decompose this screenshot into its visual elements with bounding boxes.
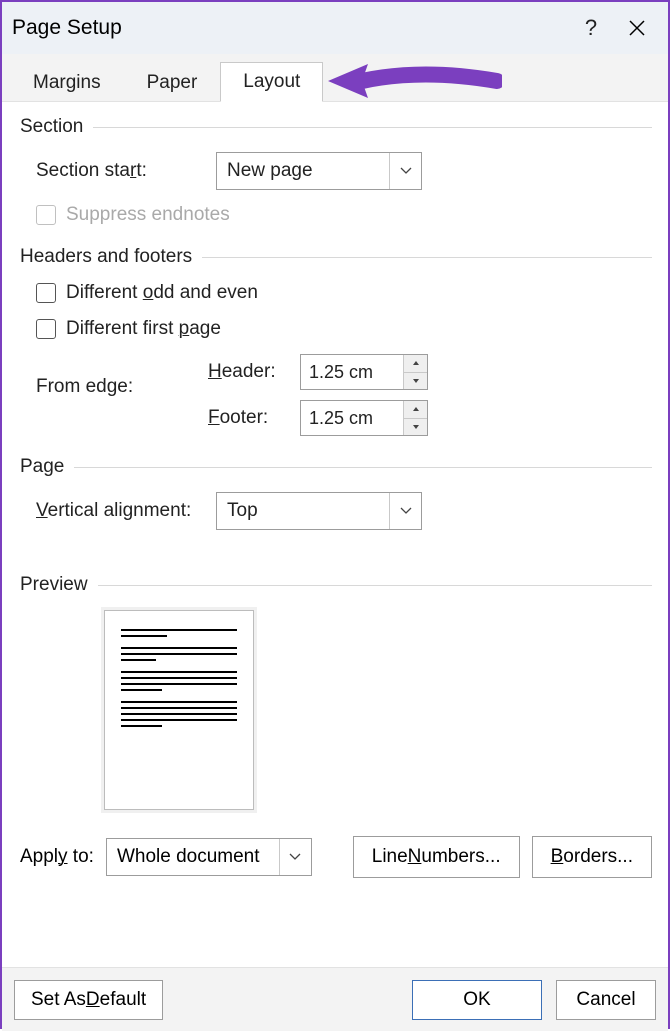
spin-up-icon[interactable] (404, 355, 427, 373)
page-heading: Page (20, 456, 64, 478)
footer-value: 1.25 cm (301, 408, 403, 429)
vertical-alignment-value: Top (217, 500, 389, 522)
section-start-label: Section start: (36, 160, 216, 182)
apply-to-value: Whole document (107, 846, 279, 868)
section-start-combo[interactable]: New page (216, 152, 422, 190)
apply-to-combo[interactable]: Whole document (106, 838, 312, 876)
group-headers-footers: Headers and footers Different odd and ev… (20, 246, 652, 436)
cancel-button[interactable]: Cancel (556, 980, 656, 1020)
tab-layout[interactable]: Layout (220, 62, 323, 102)
preview-thumbnail (104, 610, 254, 810)
vertical-alignment-label: Vertical alignment: (36, 500, 216, 522)
header-spin[interactable]: 1.25 cm (300, 354, 428, 390)
checkbox-icon (36, 283, 56, 303)
different-odd-even-label: Different odd and even (66, 282, 258, 304)
borders-button[interactable]: Borders... (532, 836, 652, 878)
divider (93, 127, 652, 128)
section-heading: Section (20, 116, 83, 138)
tab-margins[interactable]: Margins (10, 62, 124, 102)
help-button[interactable]: ? (568, 5, 614, 51)
spin-up-icon[interactable] (404, 401, 427, 419)
preview-heading: Preview (20, 574, 88, 596)
layout-panel: Section Section start: New page Suppress… (2, 102, 668, 967)
annotation-arrow (322, 58, 502, 109)
checkbox-icon (36, 319, 56, 339)
close-button[interactable] (614, 5, 660, 51)
title-bar: Page Setup ? (2, 2, 668, 54)
chevron-down-icon (389, 153, 421, 189)
divider (98, 585, 652, 586)
header-label: Header: (208, 361, 288, 383)
from-edge-label: From edge: (36, 376, 208, 398)
set-as-default-button[interactable]: Set As Default (14, 980, 163, 1020)
group-page: Page Vertical alignment: Top (20, 456, 652, 530)
spin-down-icon[interactable] (404, 373, 427, 390)
suppress-endnotes-checkbox: Suppress endnotes (36, 204, 230, 226)
chevron-down-icon (279, 839, 311, 875)
different-first-page-checkbox[interactable]: Different first page (36, 318, 221, 340)
ok-button[interactable]: OK (412, 980, 542, 1020)
suppress-endnotes-label: Suppress endnotes (66, 204, 230, 226)
different-first-page-label: Different first page (66, 318, 221, 340)
group-preview: Preview (20, 574, 652, 810)
apply-to-label: Apply to: (20, 846, 94, 868)
section-start-value: New page (217, 160, 389, 182)
divider (74, 467, 652, 468)
divider (202, 257, 652, 258)
hf-heading: Headers and footers (20, 246, 192, 268)
dialog-title: Page Setup (12, 16, 568, 40)
tab-paper[interactable]: Paper (124, 62, 221, 102)
dialog-button-bar: Set As Default OK Cancel (2, 967, 668, 1031)
vertical-alignment-combo[interactable]: Top (216, 492, 422, 530)
footer-label: Footer: (208, 407, 288, 429)
tab-strip: Margins Paper Layout (2, 54, 668, 102)
different-odd-even-checkbox[interactable]: Different odd and even (36, 282, 258, 304)
chevron-down-icon (389, 493, 421, 529)
header-value: 1.25 cm (301, 362, 403, 383)
line-numbers-button[interactable]: Line Numbers... (353, 836, 520, 878)
checkbox-icon (36, 205, 56, 225)
footer-spin[interactable]: 1.25 cm (300, 400, 428, 436)
spin-down-icon[interactable] (404, 419, 427, 436)
group-section: Section Section start: New page Suppress… (20, 116, 652, 226)
